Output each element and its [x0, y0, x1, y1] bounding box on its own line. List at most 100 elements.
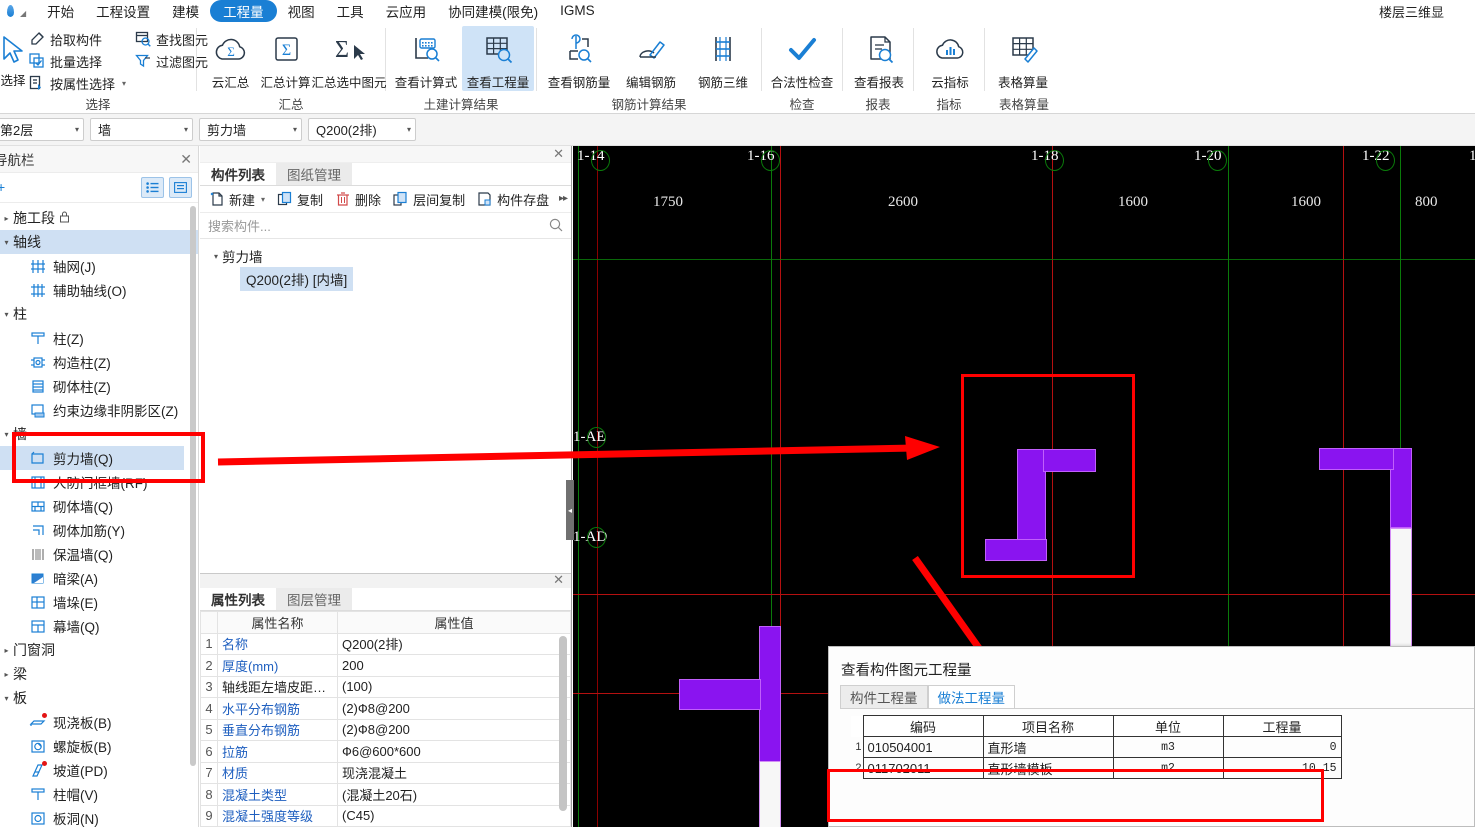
nav-item-15[interactable]: 暗梁(A) [0, 566, 198, 590]
chevron-icon[interactable]: ▸ [0, 214, 13, 223]
edit-rebar-button[interactable]: 编辑钢筋 [615, 26, 687, 91]
rebar-3d-button[interactable]: 钢筋三维 [687, 26, 759, 91]
nav-category-0[interactable]: ▸ 施工段 [0, 206, 198, 230]
wall-element[interactable] [759, 626, 781, 763]
nav-category-4[interactable]: ▾ 柱 [0, 302, 198, 326]
property-value[interactable]: (2)Ф8@200 [337, 697, 571, 720]
cloud-metrics-button[interactable]: 云指标 [916, 26, 984, 91]
property-row[interactable]: 8 混凝土类型 (混凝土20石) [200, 783, 571, 806]
select-tool-button[interactable]: 选择 [0, 26, 26, 89]
chevron-icon[interactable]: ▸ [0, 670, 13, 679]
batch-select-button[interactable]: 批量选择 [26, 50, 132, 72]
dialog-tab-1[interactable]: 做法工程量 [927, 685, 1015, 708]
chevron-icon[interactable]: ▾ [0, 694, 13, 703]
table-calc-button[interactable]: 表格算量 [987, 26, 1059, 91]
nav-item-21[interactable]: 现浇板(B) [0, 710, 198, 734]
property-row[interactable]: 6 拉筋 Ф6@600*600 [200, 740, 571, 763]
copy-between-floors-button[interactable]: 层间复制 [388, 188, 469, 211]
property-tab-1[interactable]: 图层管理 [276, 587, 352, 610]
property-value[interactable]: (2)Ф8@200 [337, 718, 571, 741]
detail-view-button[interactable] [169, 177, 192, 198]
combo-component[interactable]: Q200(2排) ▾ [308, 118, 416, 141]
chevron-down-icon[interactable]: ▾ [184, 125, 188, 134]
property-row[interactable]: 3 轴线距左墙皮距离... (100) [200, 675, 571, 698]
navigation-scrollbar[interactable] [190, 206, 196, 766]
menu-item-2[interactable]: 建模 [161, 0, 210, 22]
menu-item-7[interactable]: 协同建模(限免) [437, 0, 549, 22]
wall-element[interactable] [679, 679, 761, 710]
property-value[interactable]: Q200(2排) [337, 632, 571, 655]
chevron-icon[interactable]: ▸ [0, 646, 13, 655]
property-value[interactable]: Ф6@600*600 [337, 740, 571, 763]
chevron-down-icon[interactable]: ▾ [293, 125, 297, 134]
chevron-down-icon[interactable]: ▾ [122, 79, 126, 88]
copy-button[interactable]: 复制 [272, 188, 327, 211]
dialog-tab-0[interactable]: 构件工程量 [840, 685, 928, 708]
save-component-button[interactable]: 构件存盘 [472, 188, 553, 211]
view-rebar-qty-button[interactable]: 查看钢筋量 [543, 26, 615, 91]
nav-item-10[interactable]: 剪力墙(Q) [0, 446, 184, 470]
menu-item-3[interactable]: 工程量 [210, 0, 277, 22]
attribute-select-button[interactable]: 按属性选择 ▾ [26, 72, 132, 94]
close-icon[interactable]: ✕ [553, 146, 564, 162]
menu-item-1[interactable]: 工程设置 [85, 0, 161, 22]
sum-selected-button[interactable]: Σ 汇总选中图元 [312, 26, 387, 91]
nav-item-17[interactable]: 幕墙(Q) [0, 614, 198, 638]
chevron-down-icon[interactable]: ▾ [75, 125, 79, 134]
chevron-icon[interactable]: ▾ [0, 430, 13, 439]
nav-category-1[interactable]: ▾ 轴线 [0, 230, 198, 254]
nav-item-2[interactable]: 轴网(J) [0, 254, 198, 278]
nav-item-12[interactable]: 砌体墙(Q) [0, 494, 198, 518]
nav-item-24[interactable]: 柱帽(V) [0, 782, 198, 806]
add-icon[interactable]: + [0, 179, 5, 195]
menu-item-4[interactable]: 视图 [277, 0, 326, 22]
wall-element-unselected[interactable] [759, 761, 781, 827]
close-icon[interactable]: ✕ [180, 151, 192, 168]
property-row[interactable]: 9 混凝土强度等级 (C45) [200, 804, 571, 827]
quick-access-caret-icon[interactable]: ◢ [20, 9, 26, 18]
nav-item-8[interactable]: 约束边缘非阴影区(Z) [0, 398, 198, 422]
property-value[interactable]: 现浇混凝土 [337, 761, 571, 784]
nav-category-19[interactable]: ▸ 梁 [0, 662, 198, 686]
nav-item-22[interactable]: 螺旋板(B) [0, 734, 198, 758]
property-row[interactable]: 2 厚度(mm) 200 [200, 654, 571, 677]
property-tab-0[interactable]: 属性列表 [200, 587, 276, 610]
chevron-down-icon[interactable]: ▾ [261, 195, 265, 204]
property-value[interactable]: 200 [337, 654, 571, 677]
nav-item-23[interactable]: 坡道(PD) [0, 758, 198, 782]
component-tab-1[interactable]: 图纸管理 [276, 162, 352, 185]
eyedropper-button[interactable]: 拾取构件 [26, 28, 132, 50]
panel-collapse-handle[interactable]: ◂ [566, 480, 574, 540]
property-row[interactable]: 7 材质 现浇混凝土 [200, 761, 571, 784]
trash-button[interactable]: 删除 [330, 188, 385, 211]
chevron-icon[interactable]: ▾ [0, 238, 13, 247]
new-file-button[interactable]: 新建 ▾ [204, 188, 269, 211]
chevron-down-icon[interactable]: ▾ [407, 125, 411, 134]
view-report-button[interactable]: 查看报表 [845, 26, 913, 91]
component-list-item[interactable]: Q200(2排) [内墙] [240, 267, 354, 291]
nav-item-3[interactable]: 辅助轴线(O) [0, 278, 198, 302]
component-search-row[interactable]: 搜索构件... [200, 213, 571, 239]
combo-subcategory[interactable]: 剪力墙 ▾ [199, 118, 302, 141]
search-icon[interactable] [549, 218, 563, 235]
cloud-sum-button[interactable]: Σ 云汇总 [203, 26, 258, 91]
nav-category-18[interactable]: ▸ 门窗洞 [0, 638, 198, 662]
nav-category-20[interactable]: ▾ 板 [0, 686, 198, 710]
property-row[interactable]: 4 水平分布钢筋 (2)Ф8@200 [200, 697, 571, 720]
nav-item-7[interactable]: 砌体柱(Z) [0, 374, 198, 398]
list-view-button[interactable] [141, 177, 164, 198]
property-value[interactable]: (混凝土20石) [337, 783, 571, 806]
component-tab-0[interactable]: 构件列表 [200, 162, 276, 185]
chevron-down-icon[interactable]: ▾ [214, 252, 218, 261]
nav-item-13[interactable]: 砌体加筋(Y) [0, 518, 198, 542]
nav-item-25[interactable]: 板洞(N) [0, 806, 198, 827]
view-quantity-button[interactable]: 查看工程量 [462, 26, 534, 91]
property-row[interactable]: 5 垂直分布钢筋 (2)Ф8@200 [200, 718, 571, 741]
close-icon[interactable]: ✕ [553, 572, 564, 588]
nav-item-14[interactable]: 保温墙(Q) [0, 542, 198, 566]
property-scrollbar[interactable] [559, 636, 567, 811]
menu-item-8[interactable]: IGMS [549, 2, 606, 19]
nav-item-6[interactable]: 构造柱(Z) [0, 350, 198, 374]
quantity-table-row[interactable]: 1 010504001 直形墙 m3 0 [851, 736, 1342, 758]
search-input[interactable]: 搜索构件... [208, 216, 271, 235]
